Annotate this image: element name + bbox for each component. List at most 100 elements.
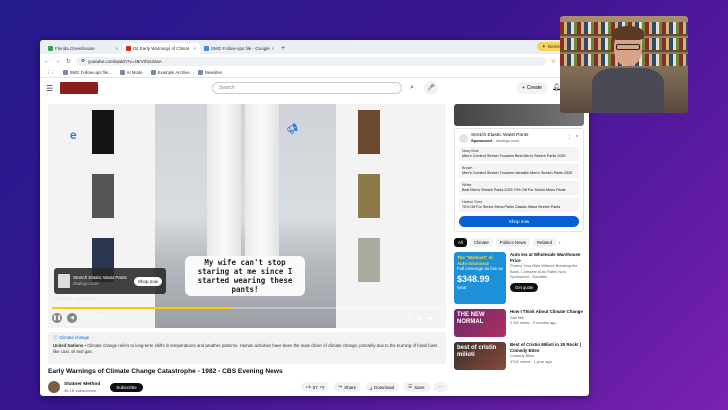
video-player[interactable]: e 📢︎ My wife can't stop staring at me si… bbox=[48, 104, 446, 328]
share-icon: ↪ bbox=[338, 384, 343, 389]
thumbs-up-icon: 👍︎ bbox=[306, 384, 311, 389]
download-button[interactable]: ⤓ Download bbox=[365, 382, 400, 392]
settings-gear-icon[interactable]: ⚙ bbox=[406, 315, 410, 321]
fullscreen-icon[interactable]: ⛶ bbox=[438, 315, 442, 321]
shop-now-button[interactable]: Shop now bbox=[133, 276, 162, 286]
save-icon: ☰ bbox=[408, 384, 413, 389]
close-icon[interactable]: × bbox=[115, 46, 118, 51]
volume-icon[interactable]: ◀ bbox=[67, 313, 77, 323]
ad-caption: My wife can't stop staring at me since I… bbox=[185, 256, 305, 296]
close-icon[interactable]: × bbox=[272, 46, 275, 51]
address-bar[interactable]: ⚙ youtube.com/watch?v=45rVrhm3zaA bbox=[76, 56, 546, 66]
browser-logo-icon: e bbox=[70, 128, 77, 142]
recommendation-video[interactable]: best of cristin milioti Best of Cristin … bbox=[454, 342, 584, 370]
hamburger-menu-icon[interactable]: ☰ bbox=[46, 84, 58, 93]
ad-option[interactable]: Harbor Grey 70% Off For Senior Mens Pants… bbox=[459, 198, 579, 212]
back-icon[interactable]: ← bbox=[44, 58, 50, 64]
player-controls: ❚❚ ◀ 0:07 / 0:30 ▭ ⚙ ▣ ▬ ⛶ bbox=[52, 312, 442, 324]
share-label: Share bbox=[344, 384, 357, 390]
plus-icon: + bbox=[522, 85, 525, 91]
close-icon[interactable]: × bbox=[193, 46, 196, 51]
create-label: Create bbox=[526, 85, 542, 91]
info-text: • Climate change refers to long-term shi… bbox=[53, 343, 438, 354]
save-button[interactable]: ☰ Save bbox=[403, 382, 430, 392]
chip-climate[interactable]: Climate bbox=[469, 238, 493, 247]
site-info-icon[interactable]: ⚙ bbox=[81, 58, 85, 64]
sponsored-label: Sponsored bbox=[471, 138, 492, 143]
option-desc: Men's Comfort Stretch Trousers Versatile… bbox=[462, 171, 573, 175]
climate-change-link[interactable]: ⓘ Climate change bbox=[53, 335, 441, 341]
apps-grid-icon[interactable]: ⋮⋮ bbox=[46, 70, 55, 76]
bookmark-item[interactable]: Example Archive bbox=[150, 70, 190, 75]
controls-right: ▭ ⚙ ▣ ▬ ⛶ bbox=[396, 315, 442, 321]
video-thumbnail: THE NEW NORMAL bbox=[454, 309, 506, 337]
bookmark-item[interactable]: SMG Follow-ups file... bbox=[62, 70, 112, 75]
ad-option[interactable]: White Best Men's Stretch Pants 2025 70% O… bbox=[459, 181, 579, 195]
rec-meta: 472K views · 1 year ago bbox=[510, 358, 552, 364]
ad-sponsored-label: Sponsored · dsalego.com bbox=[54, 297, 98, 301]
miniplayer-icon[interactable]: ▣ bbox=[417, 315, 422, 321]
more-actions-button[interactable]: ⋯ bbox=[433, 382, 448, 392]
forward-icon[interactable]: → bbox=[55, 58, 61, 64]
youtube-logo[interactable] bbox=[60, 82, 98, 94]
bookmark-item[interactable]: Newsites bbox=[197, 70, 222, 75]
bookmark-item[interactable]: AI Mode bbox=[119, 70, 143, 75]
black-pants-image bbox=[92, 110, 114, 154]
presenter-hair bbox=[612, 26, 644, 40]
channel-avatar[interactable] bbox=[48, 381, 60, 393]
rec-info: Best of Cristin Milioti in 30 Rock! | Co… bbox=[510, 342, 584, 370]
get-quote-button[interactable]: Get quote bbox=[510, 282, 539, 292]
tab-florida-greenhouse[interactable]: Florida Greenhouse × bbox=[44, 43, 122, 54]
rec-info: How I Think About Climate Change StarTal… bbox=[510, 309, 583, 337]
chevron-right-icon[interactable]: › bbox=[559, 240, 560, 245]
sidebar-shop-now-button[interactable]: Shop now bbox=[459, 216, 579, 227]
khaki-pants-image bbox=[358, 174, 380, 218]
tab-favicon bbox=[48, 46, 53, 51]
chip-related[interactable]: Related bbox=[532, 238, 557, 247]
recommendation-video[interactable]: THE NEW NORMAL How I Think About Climate… bbox=[454, 309, 584, 337]
rec-title[interactable]: Best of Cristin Milioti in 30 Rock! | Co… bbox=[510, 342, 584, 353]
recommendation-ad[interactable]: The "Walmart" of Auto Insurance Full cov… bbox=[454, 252, 584, 304]
search-icon[interactable]: ⌕ bbox=[406, 82, 418, 94]
video-thumbnail: best of cristin milioti bbox=[454, 342, 506, 370]
tab-favicon bbox=[204, 46, 209, 51]
light-grey-pants-image bbox=[358, 238, 380, 282]
microphone-icon[interactable]: 🎤︎ bbox=[424, 81, 438, 95]
create-button[interactable]: + Create bbox=[516, 82, 548, 94]
youtube-favicon-icon bbox=[126, 46, 131, 51]
more-dots-icon[interactable]: ⋮ bbox=[567, 136, 572, 141]
url-text: youtube.com/watch?v=45rVrhm3zaA bbox=[88, 58, 162, 64]
ad-overlay-card[interactable]: Stretch Elastic Waist Pants dsalego.com … bbox=[54, 268, 166, 294]
bookmarks-bar: ⋮⋮ SMG Follow-ups file... AI Mode Exampl… bbox=[40, 68, 589, 78]
share-button[interactable]: ↪ Share bbox=[333, 382, 362, 392]
search-input[interactable]: Search bbox=[212, 82, 402, 94]
presenter-torso bbox=[592, 68, 664, 113]
channel-name[interactable]: Shatner Method bbox=[64, 382, 100, 388]
chip-all[interactable]: All bbox=[454, 238, 467, 247]
like-button[interactable]: 👍︎ 57 👎︎ bbox=[301, 382, 330, 392]
subscribe-button[interactable]: Subscribe bbox=[110, 382, 143, 392]
reload-icon[interactable]: ↻ bbox=[66, 58, 71, 65]
tab-label: Florida Greenhouse bbox=[55, 46, 95, 51]
download-icon: ⤓ bbox=[370, 384, 373, 390]
browser-toolbar: ← → ↻ ⚙ youtube.com/watch?v=45rVrhm3zaA … bbox=[40, 54, 589, 68]
progress-bar[interactable] bbox=[52, 307, 442, 309]
chip-politics-news[interactable]: Politics News bbox=[495, 238, 530, 247]
chevron-up-icon[interactable]: ⌃ bbox=[575, 136, 579, 141]
rec-title[interactable]: Auto Ins at Wholesale Warehouse Price bbox=[510, 252, 584, 263]
ad-option[interactable]: Brown Men's Comfort Stretch Trousers Vers… bbox=[459, 164, 579, 178]
thumbs-down-icon[interactable]: 👎︎ bbox=[320, 384, 325, 390]
tab-strip: Florida Greenhouse × (5) Early Warnings … bbox=[40, 40, 589, 54]
new-tab-button[interactable]: + bbox=[278, 43, 288, 54]
captions-icon[interactable]: ▭ bbox=[396, 315, 401, 321]
tab-youtube-video[interactable]: (5) Early Warnings of Climat × bbox=[122, 43, 200, 54]
rec-title[interactable]: How I Think About Climate Change bbox=[510, 309, 583, 315]
tab-google-sheet[interactable]: SMG Follow-ups file - Google × bbox=[200, 43, 278, 54]
theater-mode-icon[interactable]: ▬ bbox=[427, 315, 432, 321]
info-icon: ⓘ bbox=[53, 335, 58, 340]
pause-icon[interactable]: ❚❚ bbox=[52, 313, 62, 323]
bookmark-star-icon[interactable]: ☆ bbox=[551, 58, 556, 65]
video-actions: 👍︎ 57 👎︎ ↪ Share ⤓ Download ☰ Save ⋯ bbox=[301, 382, 448, 392]
ad-option[interactable]: Navy Blue Men's Comfort Stretch Trousers … bbox=[459, 147, 579, 161]
left-leg bbox=[207, 104, 241, 279]
